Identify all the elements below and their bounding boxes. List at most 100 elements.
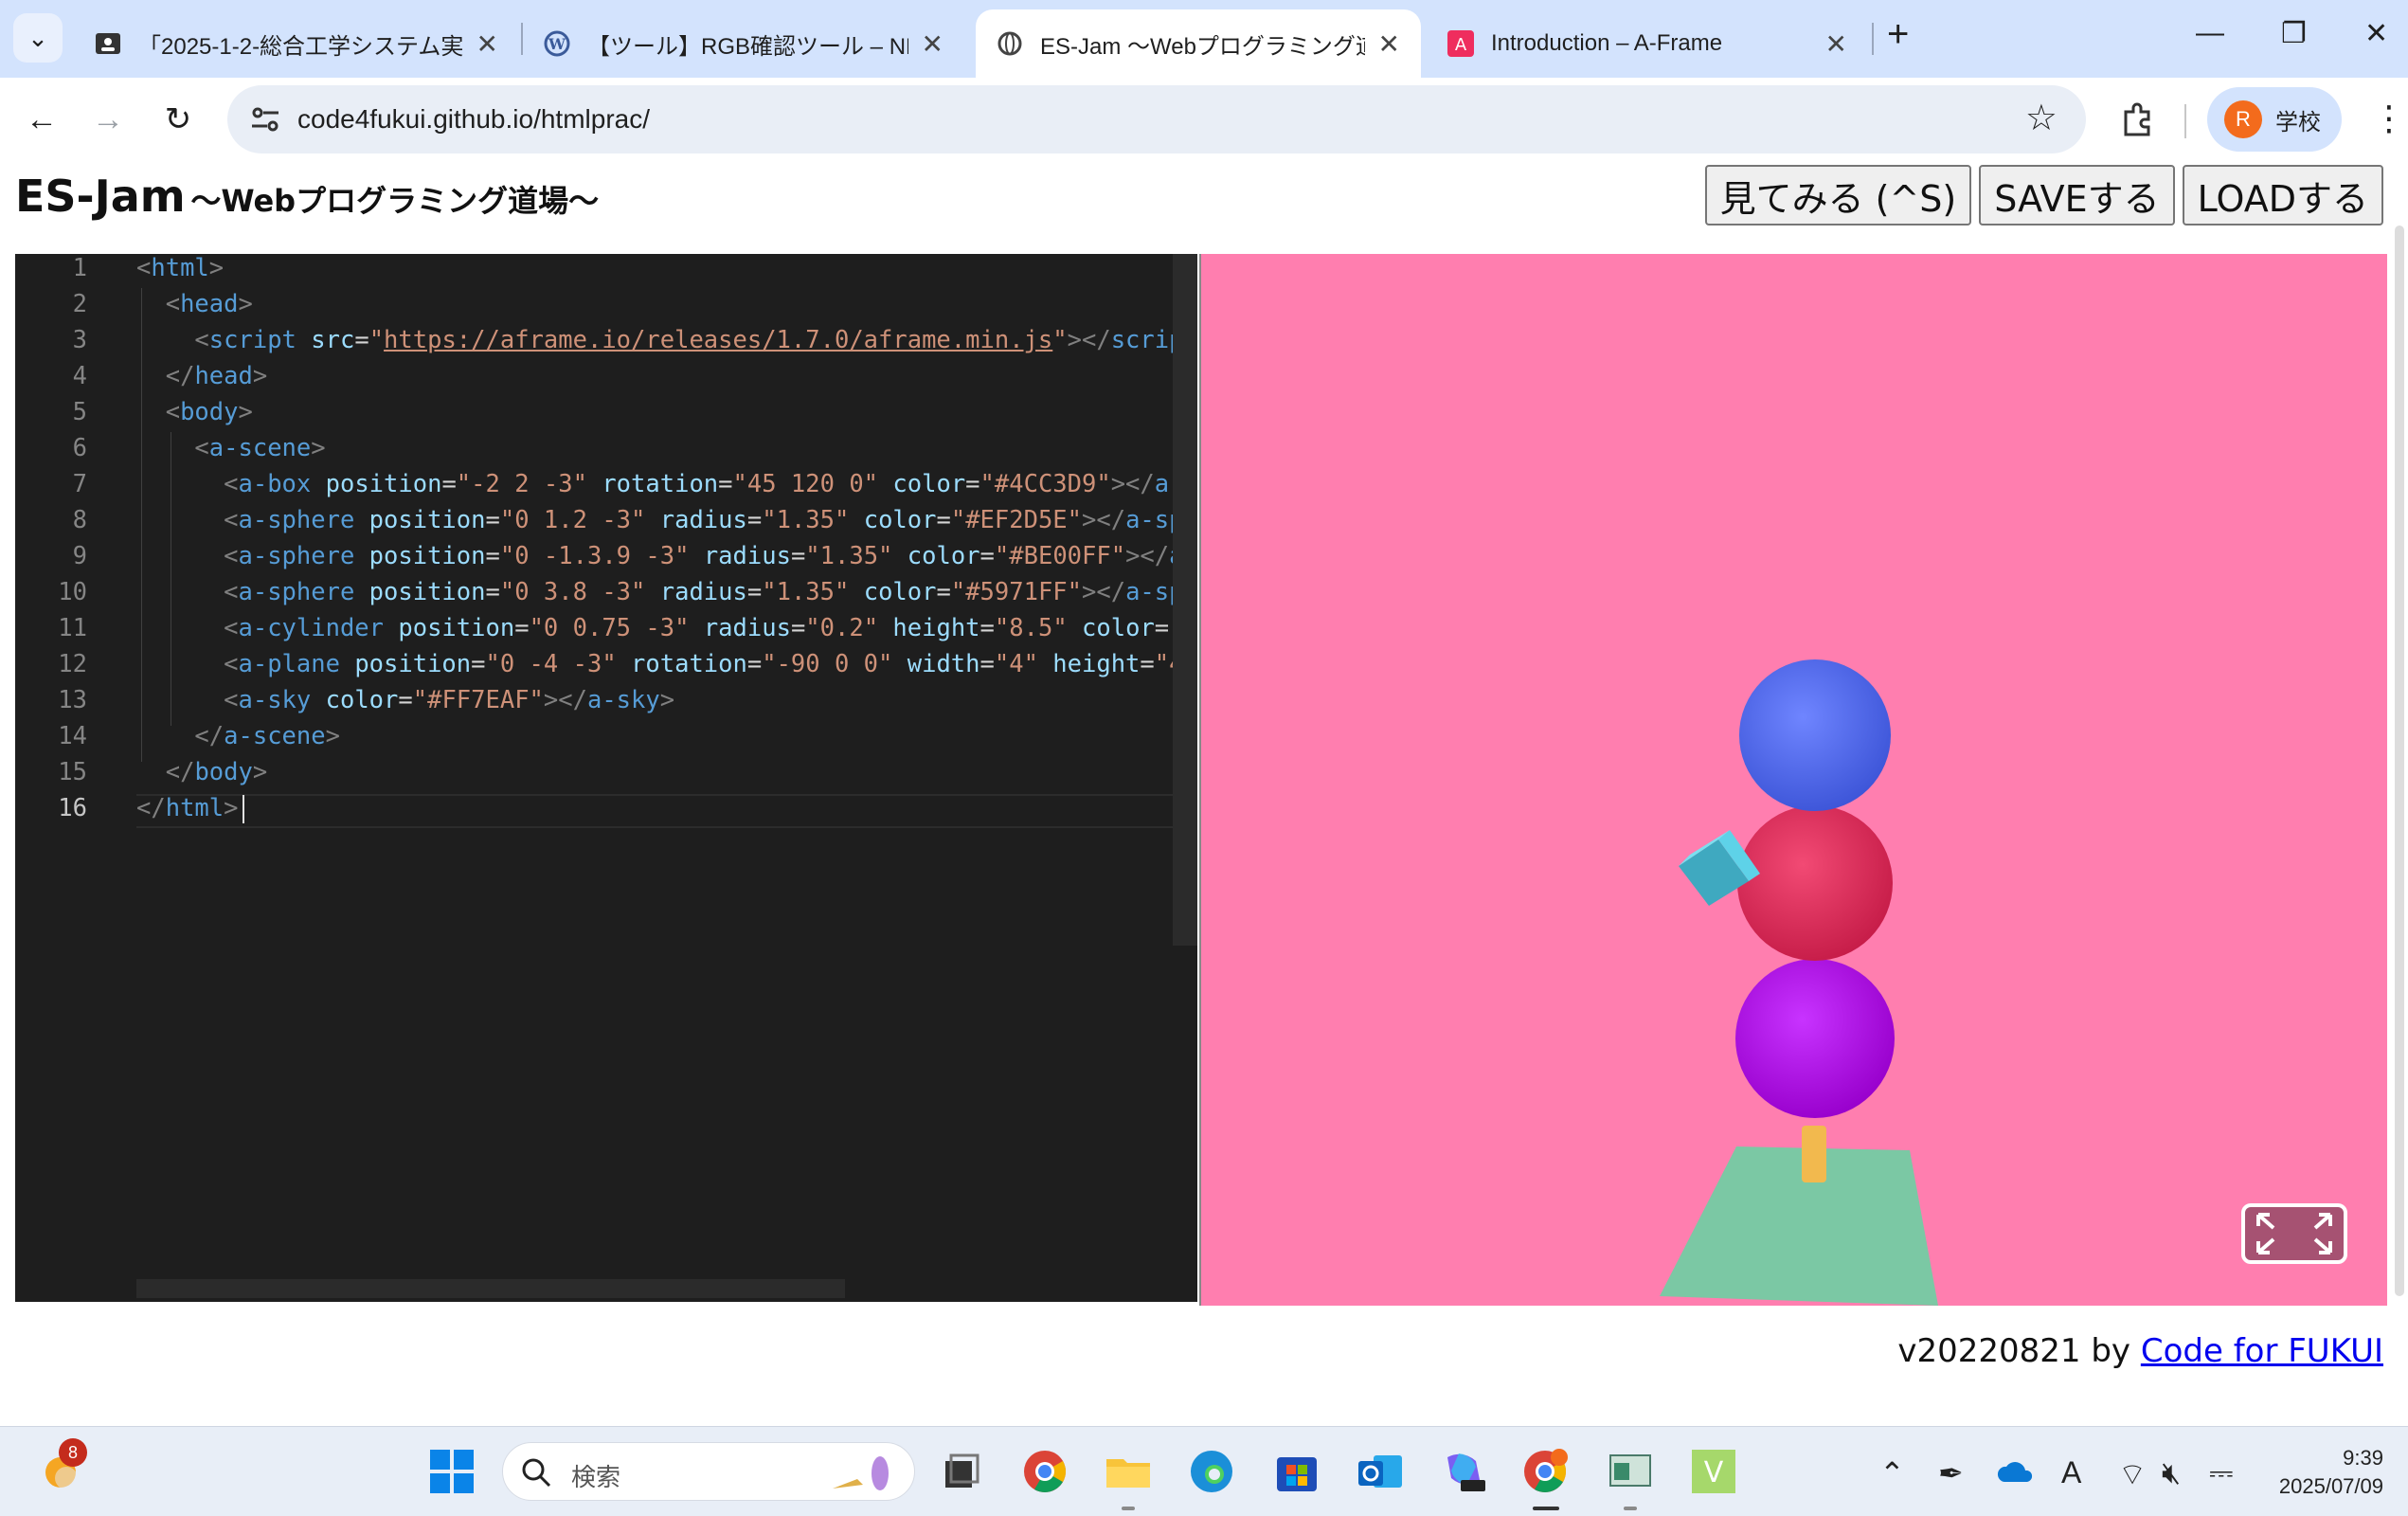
code-line[interactable]: <a-sphere position="0 3.8 -3" radius="1.… [136,578,1197,606]
close-icon[interactable]: ✕ [1825,28,1847,60]
code-editor[interactable]: 1 2 3 4 5 6 7 8 9 10 11 12 13 14 15 16 <… [15,254,1197,1302]
search-icon [522,1458,551,1488]
code-line[interactable]: </head> [136,362,268,390]
line-number: 11 [58,614,87,642]
avatar: R [2224,100,2262,138]
profile-button[interactable]: R 学校 [2207,87,2342,152]
aframe-icon: A [1447,30,1474,57]
preview-pane[interactable] [1199,254,2387,1306]
tab-aframe[interactable]: A Introduction – A-Frame ✕ [1427,9,1868,78]
onedrive-icon[interactable] [1997,1459,2035,1484]
extensions-icon[interactable] [2118,99,2160,140]
close-window-icon[interactable]: ✕ [2364,17,2388,50]
line-number: 10 [58,578,87,606]
page-scrollbar[interactable] [2395,226,2404,1296]
code-line[interactable]: <head> [136,290,253,318]
m365-copilot-icon[interactable] [1440,1448,1487,1495]
editor-horizontal-scrollbar[interactable] [136,1279,845,1298]
clock[interactable]: 9:39 2025/07/09 [2270,1444,2383,1501]
code-line[interactable]: <a-scene> [136,434,325,462]
globe-icon [997,30,1023,57]
preview-button[interactable]: 見てみる (^S) [1704,165,1972,226]
svg-text:V: V [1704,1456,1724,1489]
notification-badge: 8 [59,1438,87,1467]
store-icon[interactable] [1273,1448,1321,1495]
code-line[interactable]: <a-box position="-2 2 -3" rotation="45 1… [136,470,1197,498]
menu-icon[interactable]: ⋮ [2372,99,2406,138]
a-sphere-top [1739,659,1891,811]
save-button[interactable]: SAVEする [1979,165,2175,226]
bookmark-star-icon[interactable]: ☆ [2025,97,2058,139]
volume-muted-icon[interactable]: 🔇︎ [2162,1455,2181,1491]
line-number: 13 [58,686,87,714]
v-app-icon[interactable]: V [1690,1448,1737,1495]
tab-rgb-tool[interactable]: W 【ツール】RGB確認ツール – NEMOT ✕ [523,9,964,78]
close-icon[interactable]: ✕ [922,28,943,60]
a-sphere-middle [1737,805,1893,961]
line-number: 15 [58,758,87,786]
url-text: code4fukui.github.io/htmlprac/ [297,104,650,134]
wifi-icon[interactable]: ⌔ [2118,1455,2147,1493]
address-bar[interactable]: code4fukui.github.io/htmlprac/ ☆ [227,85,2086,153]
line-number: 1 [72,254,87,282]
taskbar-search[interactable]: 検索 [502,1442,915,1501]
search-highlight-icon [833,1456,889,1490]
code-line[interactable]: <a-plane position="0 -4 -3" rotation="-9… [136,650,1197,678]
back-icon[interactable]: ← [19,97,64,142]
chrome-profile-icon[interactable] [1521,1448,1569,1495]
tab-classroom[interactable]: 「2025-1-2-総合工学システム実験 ✕ [74,9,519,78]
close-icon[interactable]: ✕ [476,28,498,60]
page-footer: v20220821 by Code for FUKUI [1897,1332,2383,1370]
reload-icon[interactable]: ↻ [155,97,201,142]
chevron-up-icon[interactable]: ⌃ [1879,1455,1905,1491]
code-for-fukui-link[interactable]: Code for FUKUI [2141,1332,2383,1370]
ime-icon[interactable]: A [2061,1455,2081,1490]
task-view-icon[interactable] [936,1448,983,1495]
code-line[interactable]: <a-sky color="#FF7EAF"></a-sky> [136,686,674,714]
clock-time: 9:39 [2343,1446,2383,1470]
tab-es-jam[interactable]: ES-Jam 〜Webプログラミング道場〜 ✕ [976,9,1421,78]
line-number: 12 [58,650,87,678]
tab-title: 「2025-1-2-総合工学システム実験 [138,33,463,60]
close-icon[interactable]: ✕ [1378,28,1400,60]
code-line[interactable]: <a-sphere position="0 -1.3.9 -3" radius=… [136,542,1197,570]
chrome-icon[interactable] [1021,1448,1069,1495]
browser-toolbar: ← → ↻ code4fukui.github.io/htmlprac/ ☆ R… [0,78,2408,163]
load-button[interactable]: LOADする [2182,165,2383,226]
tab-divider [1872,23,1874,55]
new-tab-button[interactable]: + [1887,13,1909,56]
photos-icon[interactable] [1607,1448,1654,1495]
code-line[interactable]: <script src="https://aframe.io/releases/… [136,326,1197,354]
editor-vertical-scrollbar[interactable] [1173,254,1197,946]
a-plane [1660,1146,1938,1306]
windows-taskbar: 8 検索 V ⌃ ✒ A ⌔ 🔇︎ ⎓ 9:39 2025/07/09 [0,1426,2408,1516]
tab-search-button[interactable]: ⌄ [13,13,63,63]
outlook-icon[interactable] [1357,1448,1404,1495]
code-line[interactable]: </html> [136,794,244,823]
pen-icon[interactable]: ✒ [1938,1455,1964,1491]
code-line[interactable]: <a-cylinder position="0 0.75 -3" radius=… [136,614,1197,642]
site-settings-icon[interactable] [248,102,282,136]
file-explorer-icon[interactable] [1105,1448,1152,1495]
forward-icon[interactable]: → [85,97,131,142]
code-line[interactable]: <html> [136,254,224,282]
vr-mode-button[interactable] [2241,1203,2347,1264]
battery-icon[interactable]: ⎓ [2209,1455,2234,1491]
current-line-highlight [136,794,1197,828]
edge-icon[interactable] [1188,1448,1235,1495]
line-number: 14 [58,722,87,750]
code-line[interactable]: <a-sphere position="0 1.2 -3" radius="1.… [136,506,1197,534]
svg-text:W: W [548,35,566,53]
line-number: 5 [72,398,87,426]
tab-title: Introduction – A-Frame [1491,30,1723,56]
code-line[interactable]: </a-scene> [136,722,340,750]
aframe-scene[interactable] [1201,254,2387,1306]
line-number: 3 [72,326,87,354]
windows-start-icon[interactable] [428,1448,476,1495]
line-number-current: 16 [58,794,87,822]
code-line[interactable]: <body> [136,398,253,426]
text-caret [242,795,244,823]
minimize-icon[interactable]: — [2196,17,2224,49]
restore-icon[interactable]: ❐ [2281,17,2307,50]
code-line[interactable]: </body> [136,758,268,786]
